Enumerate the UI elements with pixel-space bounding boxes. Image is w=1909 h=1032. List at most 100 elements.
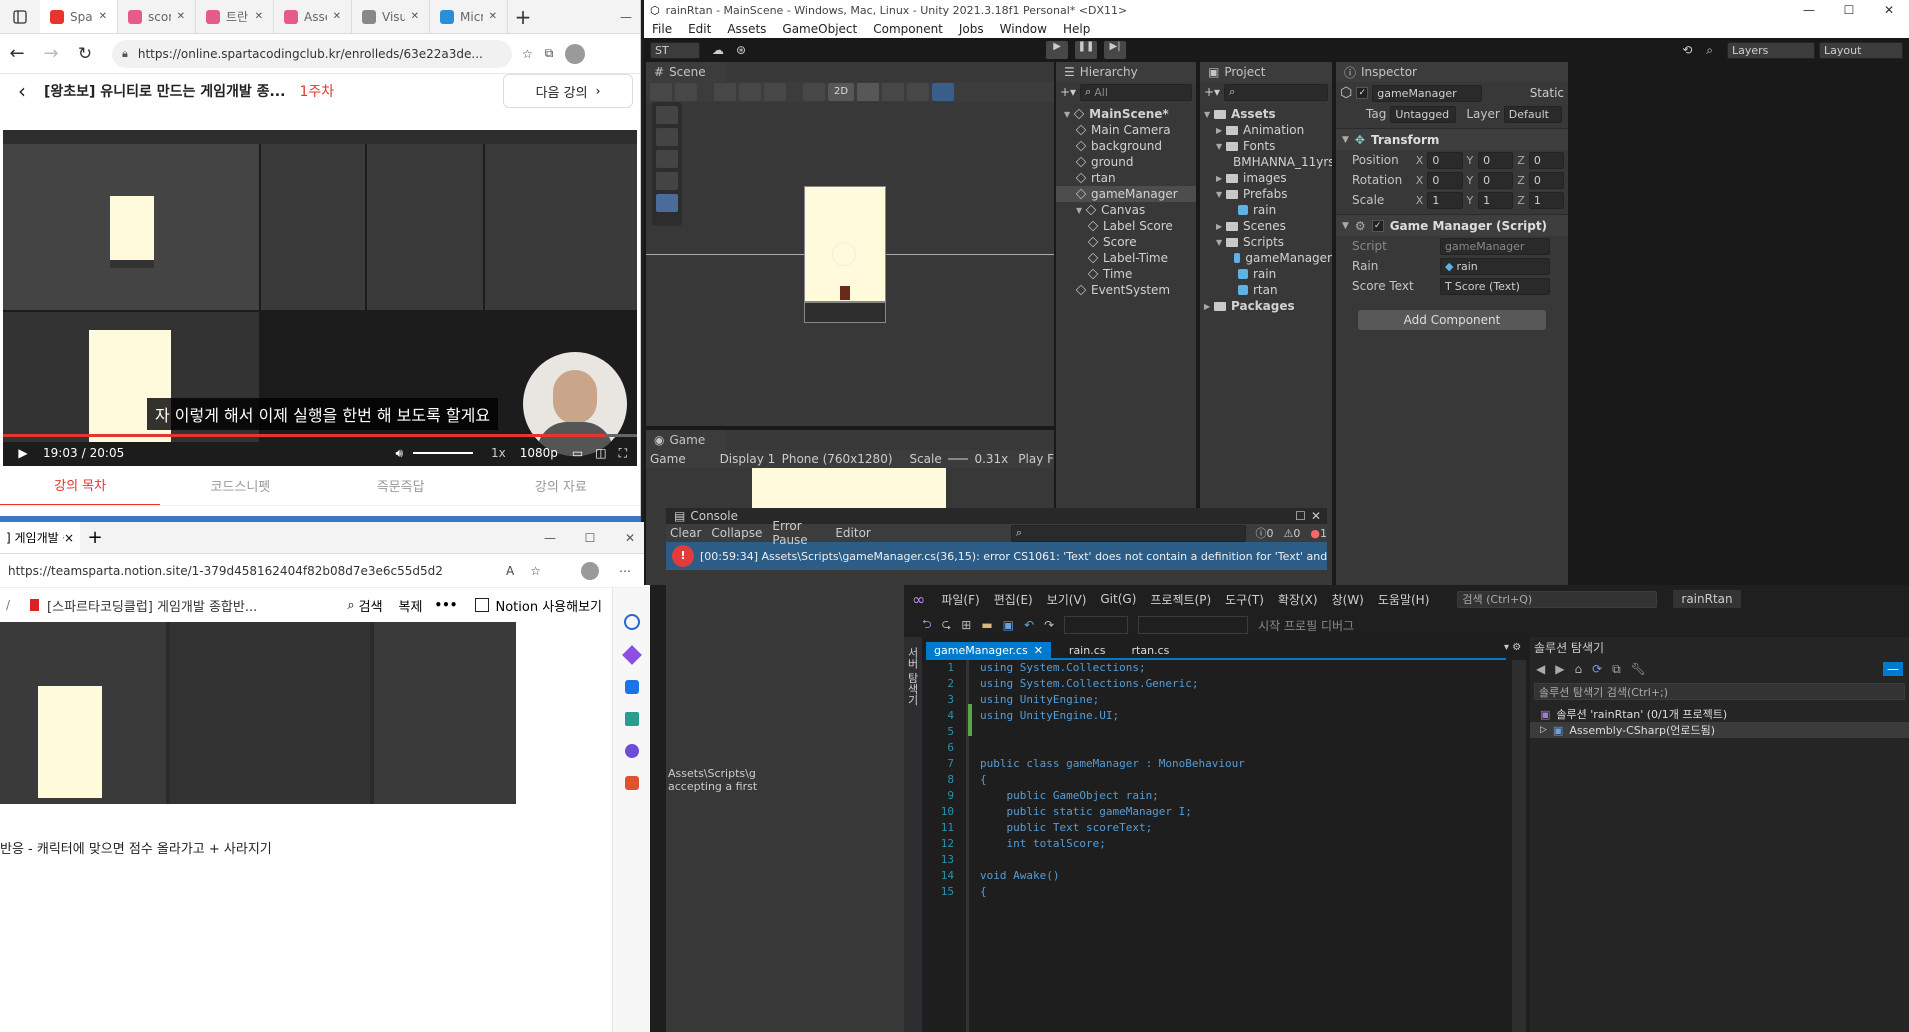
address-bar[interactable]: 🔒︎ https://online.spartacodingclub.kr/en… bbox=[112, 39, 512, 68]
close-icon[interactable]: × bbox=[64, 531, 74, 545]
foldout-icon[interactable]: ▼ bbox=[1076, 206, 1082, 215]
browser-tab[interactable]: Asset ✕ bbox=[274, 0, 352, 33]
foldout-icon[interactable]: ▼ bbox=[1216, 238, 1226, 247]
browser-tab[interactable]: Micro ✕ bbox=[430, 0, 508, 33]
project-item[interactable]: ▼ Scripts bbox=[1200, 234, 1332, 250]
effects-icon[interactable] bbox=[907, 83, 929, 101]
volume-slider[interactable] bbox=[413, 452, 473, 454]
tab-project[interactable]: ▣ Project bbox=[1200, 62, 1332, 82]
copilot-icon[interactable] bbox=[621, 645, 642, 665]
pause-button[interactable]: ❚❚ bbox=[1075, 41, 1098, 59]
lecture-tab[interactable]: 강의 목차 bbox=[0, 466, 161, 505]
back-chevron-icon[interactable]: ‹ bbox=[0, 79, 44, 103]
maximize-button[interactable]: ☐ bbox=[570, 531, 610, 545]
editor-dropdown[interactable]: Editor bbox=[835, 526, 871, 540]
breadcrumb[interactable]: [스파르타코딩클럽] 게임개발 종합반... bbox=[47, 596, 257, 615]
forward-icon[interactable]: ▶ bbox=[1555, 662, 1564, 676]
solution-search[interactable]: 솔루션 탐색기 검색(Ctrl+;) bbox=[1534, 683, 1905, 700]
start-profile-label[interactable]: 시작 프로필 디버그 bbox=[1258, 617, 1354, 634]
project-search[interactable]: ⌕ bbox=[1224, 83, 1328, 101]
vs-vertical-scrollbar[interactable] bbox=[1512, 660, 1526, 1032]
undo-icon[interactable]: ↶ bbox=[1024, 618, 1034, 632]
lighting-icon[interactable] bbox=[857, 83, 879, 101]
forward-icon[interactable]: ⮎ bbox=[942, 615, 952, 636]
vs-editor-tab[interactable]: rtan.cs bbox=[1124, 642, 1178, 658]
hierarchy-item[interactable]: ground bbox=[1056, 154, 1196, 170]
transform-header[interactable]: ▼ ✥ Transform bbox=[1336, 128, 1568, 150]
console-error-row[interactable]: ! [00:59:34] Assets\Scripts\gameManager.… bbox=[666, 542, 1327, 570]
unity-menu-item[interactable]: Edit bbox=[688, 22, 711, 36]
rotation-z-field[interactable]: 0 bbox=[1528, 171, 1564, 189]
solution-item[interactable]: ▣ 솔루션 'rainRtan' (0/1개 프로젝트) bbox=[1530, 706, 1909, 722]
play-button[interactable]: ▶ bbox=[1046, 41, 1069, 59]
render-mode-icon[interactable] bbox=[675, 83, 697, 101]
error-pause-button[interactable]: Error Pause bbox=[772, 519, 825, 547]
rect-tool-icon[interactable] bbox=[656, 194, 678, 212]
unity-menu-item[interactable]: Assets bbox=[727, 22, 766, 36]
close-icon[interactable]: ✕ bbox=[411, 11, 419, 22]
unity-menu-item[interactable]: File bbox=[652, 22, 672, 36]
vs-menu-item[interactable]: 보기(V) bbox=[1047, 591, 1087, 608]
add-icon[interactable]: +▾ bbox=[1060, 85, 1076, 99]
snap-icon[interactable] bbox=[739, 83, 761, 101]
search-icon[interactable] bbox=[623, 614, 640, 630]
close-panel-icon[interactable]: ✕ bbox=[1311, 509, 1321, 523]
unity-menu-item[interactable]: Jobs bbox=[959, 22, 984, 36]
hierarchy-item[interactable]: ▼ MainScene* bbox=[1056, 106, 1196, 122]
grid-icon[interactable] bbox=[714, 83, 736, 101]
clear-button[interactable]: Clear bbox=[670, 526, 701, 540]
rain-field[interactable]: ◆ rain bbox=[1440, 257, 1550, 275]
game-mode-dropdown[interactable]: Game bbox=[650, 452, 720, 466]
error-count-icon[interactable]: ●1 bbox=[1310, 527, 1327, 540]
static-toggle[interactable]: Static bbox=[1530, 86, 1564, 100]
vs-menu-item[interactable]: 확장(X) bbox=[1278, 591, 1318, 608]
project-item[interactable]: ▶ images bbox=[1200, 170, 1332, 186]
properties-icon[interactable]: 🔧︎ bbox=[1631, 662, 1646, 676]
browser-tab[interactable]: Visua ✕ bbox=[352, 0, 430, 33]
vs-menu-item[interactable]: 도움말(H) bbox=[1378, 591, 1430, 608]
platform-dropdown[interactable] bbox=[1138, 616, 1249, 634]
tab-game[interactable]: ◉ Game bbox=[646, 430, 726, 450]
minimize-button[interactable]: — bbox=[1789, 3, 1829, 17]
favorite-icon[interactable]: ☆ bbox=[522, 47, 533, 61]
quality-button[interactable]: 1080p bbox=[520, 446, 558, 460]
server-explorer-tab[interactable]: 서버 탐색기 bbox=[904, 647, 920, 706]
browser2-url[interactable]: https://teamsparta.notion.site/1-379d458… bbox=[8, 564, 498, 578]
minimize-button[interactable]: — bbox=[530, 531, 570, 545]
hierarchy-item[interactable]: Label Score bbox=[1056, 218, 1196, 234]
browser-tab[interactable]: 트란 ✕ bbox=[196, 0, 274, 33]
step-button[interactable]: ▶| bbox=[1104, 41, 1127, 59]
close-icon[interactable]: ✕ bbox=[99, 11, 107, 22]
unity-menu-item[interactable]: Component bbox=[873, 22, 943, 36]
avatar[interactable] bbox=[580, 561, 599, 580]
rotate-tool-icon[interactable] bbox=[656, 150, 678, 168]
vs-menu-item[interactable]: Git(G) bbox=[1100, 592, 1136, 606]
hierarchy-item[interactable]: ▼ Canvas bbox=[1056, 202, 1196, 218]
project-item[interactable]: ▼ Fonts bbox=[1200, 138, 1332, 154]
scale-y-field[interactable]: 1 bbox=[1478, 191, 1514, 209]
gizmo-icon[interactable] bbox=[803, 83, 825, 101]
hierarchy-item[interactable]: Score bbox=[1056, 234, 1196, 250]
sync-icon[interactable]: ⟳ bbox=[1592, 662, 1602, 676]
draw-mode-icon[interactable] bbox=[650, 83, 672, 101]
project-item[interactable]: ▶ Packages bbox=[1200, 298, 1332, 314]
layout-dropdown[interactable]: Layout bbox=[1819, 41, 1903, 59]
avatar[interactable] bbox=[565, 43, 586, 64]
project-item[interactable]: BMHANNA_11yrs bbox=[1200, 154, 1332, 170]
close-icon[interactable]: ✕ bbox=[489, 11, 497, 22]
position-x-field[interactable]: 0 bbox=[1427, 151, 1463, 169]
lecture-tab[interactable]: 즉문즉답 bbox=[321, 466, 481, 505]
add-component-button[interactable]: Add Component bbox=[1358, 310, 1546, 330]
unity-menu-item[interactable]: Window bbox=[1000, 22, 1047, 36]
project-item[interactable]: ▼ Prefabs bbox=[1200, 186, 1332, 202]
vs-editor-tab[interactable]: gameManager.cs ✕ bbox=[926, 642, 1051, 658]
add-icon[interactable]: +▾ bbox=[1204, 85, 1220, 99]
foldout-icon[interactable]: ▶ bbox=[1204, 302, 1214, 311]
score-text-field[interactable]: T Score (Text) bbox=[1440, 277, 1550, 295]
new-tab-button[interactable]: + bbox=[80, 527, 110, 548]
save-icon[interactable]: ▣ bbox=[1003, 618, 1014, 632]
tab-scene[interactable]: # Scene bbox=[646, 62, 726, 82]
try-notion-button[interactable]: Notion 사용해보기 bbox=[495, 596, 602, 615]
active-checkbox[interactable]: ✓ bbox=[1356, 87, 1369, 99]
tab-inspector[interactable]: ⓘ Inspector bbox=[1336, 62, 1568, 82]
